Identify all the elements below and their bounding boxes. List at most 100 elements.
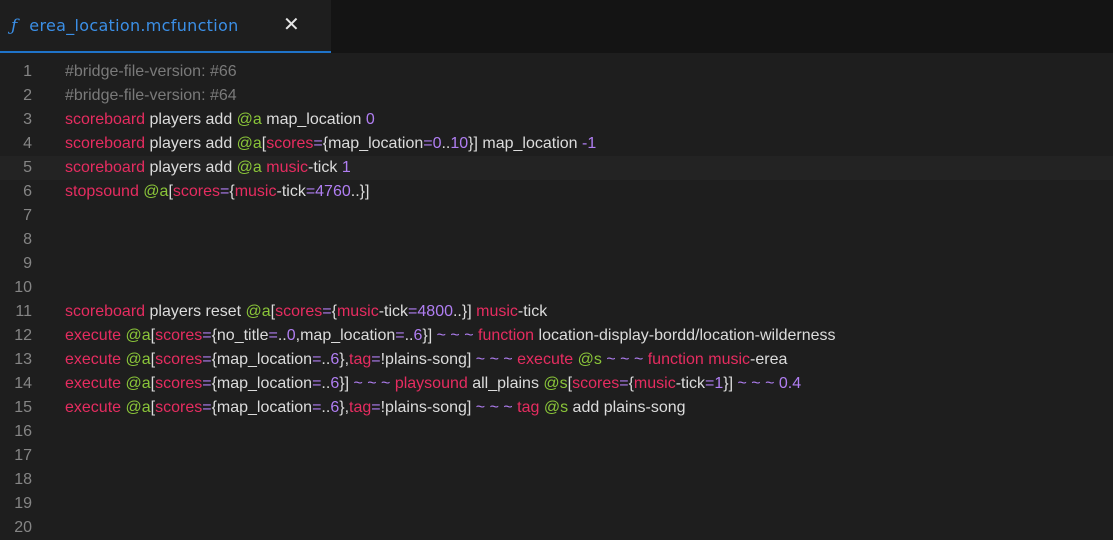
code-token: = bbox=[408, 303, 418, 320]
code-token: 0 bbox=[365, 111, 375, 128]
code-token: }, bbox=[339, 351, 350, 368]
code-line[interactable]: 13 execute @a[scores={map_location=..6},t… bbox=[0, 348, 1113, 372]
code-token: 0 bbox=[286, 327, 296, 344]
code-token: music bbox=[476, 303, 518, 320]
code-token: = bbox=[305, 183, 316, 200]
code-token: = bbox=[705, 375, 715, 392]
code-token: = bbox=[619, 375, 629, 392]
code-text: #bridge-file-version: #64 bbox=[65, 84, 237, 108]
code-token: @s bbox=[577, 351, 602, 368]
code-token: map_location bbox=[261, 111, 366, 128]
code-line[interactable]: 14 execute @a[scores={map_location=..6}] … bbox=[0, 372, 1113, 396]
code-token: = bbox=[220, 183, 230, 200]
code-token: -1 bbox=[582, 135, 597, 152]
code-token: music bbox=[336, 303, 379, 320]
code-token: ~ ~ ~ bbox=[737, 375, 775, 392]
code-token: -erea bbox=[750, 351, 788, 368]
code-token: 4800 bbox=[417, 303, 453, 320]
code-token: scores bbox=[172, 183, 221, 200]
code-line[interactable]: 17 bbox=[0, 444, 1113, 468]
code-line[interactable]: 1 #bridge-file-version: #66 bbox=[0, 60, 1113, 84]
line-number: 18 bbox=[14, 471, 32, 488]
code-token: playsound bbox=[394, 375, 468, 392]
code-token: tag bbox=[517, 399, 540, 416]
code-text: scoreboard players add @a music-tick 1 bbox=[65, 156, 351, 180]
code-text: execute @a[scores={map_location=..6},tag… bbox=[65, 348, 787, 372]
code-token: players reset bbox=[145, 303, 246, 320]
code-line[interactable]: 5 scoreboard players add @a music-tick 1 bbox=[0, 156, 1113, 180]
code-token: ..}] bbox=[452, 303, 477, 320]
code-token: tag bbox=[349, 351, 372, 368]
line-number: 9 bbox=[23, 255, 32, 272]
code-token: 0.4 bbox=[778, 375, 802, 392]
line-number: 10 bbox=[14, 279, 32, 296]
code-token: scores bbox=[572, 375, 620, 392]
line-number: 19 bbox=[14, 495, 32, 512]
code-token: execute bbox=[65, 399, 122, 416]
code-token: -tick bbox=[308, 159, 342, 176]
code-token: -tick bbox=[276, 183, 306, 200]
code-line[interactable]: 2 #bridge-file-version: #64 bbox=[0, 84, 1113, 108]
line-number: 3 bbox=[23, 111, 32, 128]
code-token: function bbox=[647, 351, 704, 368]
code-token: = bbox=[202, 327, 212, 344]
code-token: ,map_location bbox=[295, 327, 396, 344]
code-token: music bbox=[266, 159, 309, 176]
code-token: 1 bbox=[714, 375, 724, 392]
code-token: }] bbox=[422, 327, 437, 344]
code-token: execute bbox=[65, 351, 122, 368]
code-token: = bbox=[202, 375, 212, 392]
code-line[interactable]: 4 scoreboard players add @a[scores={map_l… bbox=[0, 132, 1113, 156]
code-text: #bridge-file-version: #66 bbox=[65, 60, 237, 84]
code-token: players add bbox=[145, 135, 237, 152]
line-number: 16 bbox=[14, 423, 32, 440]
code-line[interactable]: 16 bbox=[0, 420, 1113, 444]
code-token: ~ ~ ~ bbox=[353, 375, 391, 392]
line-number: 11 bbox=[15, 303, 32, 320]
code-text: scoreboard players add @a[scores={map_lo… bbox=[65, 132, 596, 156]
tab-erea-location[interactable]: ƒ erea_location.mcfunction ✕ bbox=[0, 0, 331, 53]
code-token: #bridge-file-version: #66 bbox=[65, 63, 237, 80]
code-line[interactable]: 10 bbox=[0, 276, 1113, 300]
code-token: .. bbox=[404, 327, 414, 344]
code-token: execute bbox=[65, 375, 122, 392]
code-line[interactable]: 19 bbox=[0, 492, 1113, 516]
code-line[interactable]: 15 execute @a[scores={map_location=..6},t… bbox=[0, 396, 1113, 420]
code-token: @s bbox=[543, 375, 568, 392]
code-text: execute @a[scores={map_location=..6}] ~ … bbox=[65, 372, 801, 396]
code-token: @s bbox=[543, 399, 569, 416]
code-line[interactable]: 6 stopsound @a[scores={music-tick=4760..}… bbox=[0, 180, 1113, 204]
code-token: -tick bbox=[675, 375, 706, 392]
code-line[interactable]: 12 execute @a[scores={no_title=..0,map_lo… bbox=[0, 324, 1113, 348]
code-token: ~ ~ ~ bbox=[475, 351, 513, 368]
code-token: @a bbox=[125, 375, 151, 392]
code-line[interactable]: 3 scoreboard players add @a map_location … bbox=[0, 108, 1113, 132]
code-token: .. bbox=[321, 351, 331, 368]
line-number: 4 bbox=[23, 135, 32, 152]
code-line[interactable]: 9 bbox=[0, 252, 1113, 276]
close-icon[interactable]: ✕ bbox=[283, 12, 300, 36]
tab-bar: ƒ erea_location.mcfunction ✕ bbox=[0, 0, 1113, 53]
line-number: 8 bbox=[23, 231, 32, 248]
code-token: ~ ~ ~ bbox=[606, 351, 644, 368]
code-line[interactable]: 7 bbox=[0, 204, 1113, 228]
code-token: .. bbox=[277, 327, 287, 344]
code-token: @a bbox=[125, 399, 151, 416]
code-token: 6 bbox=[330, 351, 340, 368]
code-token: {map_location bbox=[322, 135, 424, 152]
code-token: function bbox=[478, 327, 535, 344]
code-token: {map_location bbox=[211, 399, 313, 416]
code-token: @a bbox=[125, 351, 151, 368]
tab-title: erea_location.mcfunction bbox=[29, 16, 239, 35]
code-line[interactable]: 8 bbox=[0, 228, 1113, 252]
code-token: }, bbox=[339, 399, 350, 416]
line-number: 1 bbox=[23, 63, 32, 80]
code-token: scoreboard bbox=[65, 111, 146, 128]
code-line[interactable]: 11 scoreboard players reset @a[scores={mu… bbox=[0, 300, 1113, 324]
code-line[interactable]: 18 bbox=[0, 468, 1113, 492]
code-token: location-display-bordd/location-wilderne… bbox=[534, 327, 836, 344]
code-token: .. bbox=[321, 399, 331, 416]
code-editor[interactable]: 1 #bridge-file-version: #66 2 #bridge-file-… bbox=[0, 60, 1113, 536]
code-token: music bbox=[708, 351, 751, 368]
code-token: @a bbox=[236, 111, 262, 128]
